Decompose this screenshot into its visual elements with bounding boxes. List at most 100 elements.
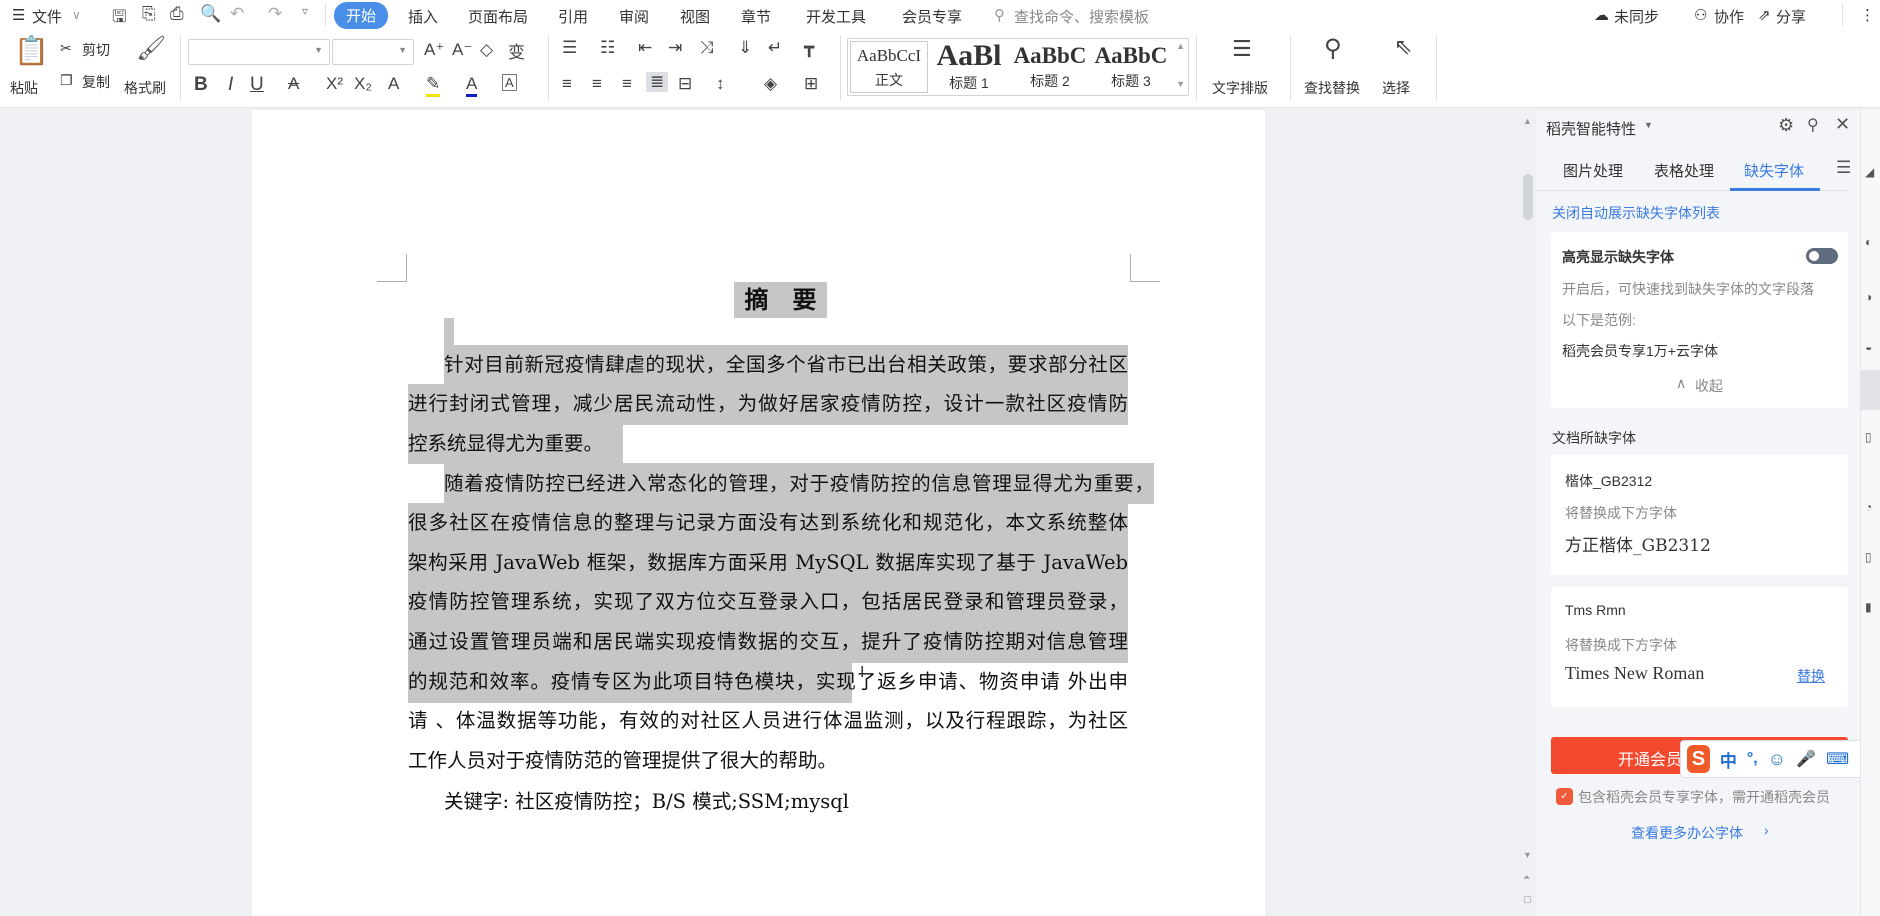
share-button[interactable]: 分享	[1776, 6, 1806, 27]
tool-icon[interactable]: ◢	[1865, 165, 1874, 179]
prev-page-icon[interactable]: ⏶	[1523, 872, 1530, 883]
command-search-input[interactable]: 查找命令、搜索模板	[1014, 6, 1149, 27]
tool-icon[interactable]: ▯	[1865, 430, 1872, 444]
bold-icon[interactable]: B	[194, 74, 208, 96]
tab-member[interactable]: 会员专享	[902, 6, 962, 27]
chevron-down-icon[interactable]: ∨	[72, 8, 81, 22]
paste-button[interactable]: 粘贴	[10, 78, 38, 98]
more-dropdown-icon[interactable]: ▿	[302, 4, 308, 18]
tab-chapter[interactable]: 章节	[741, 6, 771, 27]
grow-font-icon[interactable]: A⁺	[424, 40, 444, 60]
shrink-font-icon[interactable]: A⁻	[452, 40, 472, 60]
scroll-down-icon[interactable]: ▼	[1523, 850, 1532, 860]
redo-icon[interactable]: ↷	[268, 4, 282, 24]
sort-icon[interactable]: ⇓	[738, 38, 752, 58]
justify-icon[interactable]: ≣	[646, 72, 669, 92]
char-shading-icon[interactable]: A	[502, 74, 517, 91]
numbered-list-icon[interactable]: ☷	[600, 38, 615, 58]
collapse-button[interactable]: 收起	[1695, 376, 1723, 396]
tool-icon[interactable]: ◑	[1865, 290, 1872, 304]
tab-home[interactable]: 开始	[334, 2, 389, 29]
emoji-icon[interactable]: ☺	[1768, 749, 1786, 770]
style-heading-2[interactable]: AaBbC 标题 2	[1010, 41, 1090, 93]
cut-button[interactable]: 剪切	[82, 40, 110, 60]
style-heading-1[interactable]: AaBl 标题 1	[930, 39, 1008, 91]
format-painter-button[interactable]: 格式刷	[124, 78, 166, 98]
copy-button[interactable]: 复制	[82, 72, 110, 92]
find-replace-button[interactable]: 查找替换	[1304, 78, 1360, 98]
chevron-right-icon[interactable]: ›	[1764, 822, 1769, 838]
tab-page-layout[interactable]: 页面布局	[468, 6, 528, 27]
gallery-expand[interactable]: ▼	[1176, 79, 1185, 89]
select-button[interactable]: 选择	[1382, 78, 1410, 98]
align-center-icon[interactable]: ≡	[592, 74, 602, 94]
line-spacing-icon[interactable]: ↕	[716, 74, 725, 94]
style-normal[interactable]: AaBbCcI 正文	[850, 41, 928, 93]
tool-icon[interactable]: ▯	[1865, 550, 1872, 564]
scrollbar-thumb[interactable]	[1523, 174, 1533, 220]
paste-icon[interactable]: 📋	[14, 34, 49, 67]
font-name-select[interactable]: ▼	[188, 39, 330, 65]
text-layout-button[interactable]: 文字排版	[1212, 78, 1268, 98]
tool-icon[interactable]: ◒	[1865, 340, 1872, 354]
collab-button[interactable]: 协作	[1714, 6, 1744, 27]
bullet-list-icon[interactable]: ☰	[562, 38, 577, 58]
highlight-color-icon[interactable]: ✎	[426, 74, 441, 97]
font-color-icon[interactable]: A	[466, 74, 478, 97]
text-direction-icon[interactable]: ⤨	[700, 38, 714, 58]
export-pdf-icon[interactable]: ⎘	[142, 4, 156, 24]
pin-icon[interactable]: ⚲	[1807, 115, 1819, 135]
close-icon[interactable]: ✕	[1835, 114, 1850, 135]
scroll-up-icon[interactable]: ▲	[1523, 116, 1532, 126]
tab-review[interactable]: 审阅	[619, 6, 649, 27]
tab-image-processing[interactable]: 图片处理	[1563, 160, 1623, 181]
chevron-up-icon[interactable]: ∧	[1676, 375, 1686, 392]
clear-format-icon[interactable]: ◇	[480, 40, 493, 60]
print-icon[interactable]: ⎙	[170, 4, 184, 24]
chevron-down-icon[interactable]: ▼	[1644, 120, 1653, 130]
keyboard-icon[interactable]: ⌨	[1826, 749, 1849, 769]
align-right-icon[interactable]: ≡	[622, 74, 632, 94]
font-size-select[interactable]: ▼	[332, 39, 414, 65]
text-effect-icon[interactable]: A	[388, 74, 399, 94]
tab-view[interactable]: 视图	[680, 6, 710, 27]
tab-references[interactable]: 引用	[558, 6, 588, 27]
subscript-icon[interactable]: X₂	[354, 74, 372, 94]
undo-icon[interactable]: ↶	[230, 4, 244, 24]
superscript-icon[interactable]: X²	[326, 74, 343, 94]
ime-punct-toggle[interactable]: °,	[1747, 750, 1758, 768]
align-left-icon[interactable]: ≡	[562, 74, 572, 94]
tab-developer[interactable]: 开发工具	[806, 6, 866, 27]
sync-button[interactable]: 未同步	[1614, 6, 1659, 27]
highlight-toggle[interactable]	[1806, 248, 1838, 264]
more-fonts-link[interactable]: 查看更多办公字体	[1631, 823, 1743, 843]
ime-lang-toggle[interactable]: 中	[1720, 747, 1737, 772]
close-auto-show-link[interactable]: 关闭自动展示缺失字体列表	[1552, 203, 1720, 223]
file-menu[interactable]: 文件	[32, 6, 62, 27]
paragraph-mark-icon[interactable]: ↵	[768, 38, 782, 58]
hamburger-icon[interactable]: ☰	[12, 6, 25, 24]
borders-icon[interactable]: ⊞	[804, 74, 818, 94]
style-heading-3[interactable]: AaBbC 标题 3	[1092, 41, 1170, 93]
tab-table-processing[interactable]: 表格处理	[1654, 160, 1714, 181]
tool-icon[interactable]: ▮	[1865, 600, 1872, 614]
phonetic-guide-icon[interactable]: 变	[508, 38, 525, 63]
shading-icon[interactable]: ◈	[764, 74, 777, 94]
strikethrough-icon[interactable]: A	[288, 74, 299, 94]
microphone-icon[interactable]: 🎤	[1796, 749, 1816, 769]
tab-insert[interactable]: 插入	[408, 6, 438, 27]
print-preview-icon[interactable]: 🔍	[200, 4, 221, 24]
select-browse-icon[interactable]: ▢	[1523, 894, 1532, 905]
increase-indent-icon[interactable]: ⇥	[668, 38, 682, 58]
tool-icon[interactable]: ◔	[1865, 500, 1872, 514]
decrease-indent-icon[interactable]: ⇤	[638, 38, 652, 58]
menu-icon[interactable]: ☰	[1836, 158, 1851, 178]
vertical-scrollbar[interactable]: ▲ ▼ ⏶ ▢	[1520, 110, 1536, 916]
gallery-scroll-up[interactable]: ▲	[1176, 41, 1185, 51]
tab-missing-fonts[interactable]: 缺失字体	[1744, 160, 1804, 181]
more-icon[interactable]: ⋮	[1860, 6, 1875, 24]
distributed-icon[interactable]: ⊟	[678, 74, 692, 94]
tool-icon[interactable]: ◐	[1865, 235, 1872, 249]
italic-icon[interactable]: I	[228, 74, 233, 96]
ime-toolbar[interactable]: S 中 °, ☺ 🎤 ⌨ 👤	[1680, 740, 1880, 778]
